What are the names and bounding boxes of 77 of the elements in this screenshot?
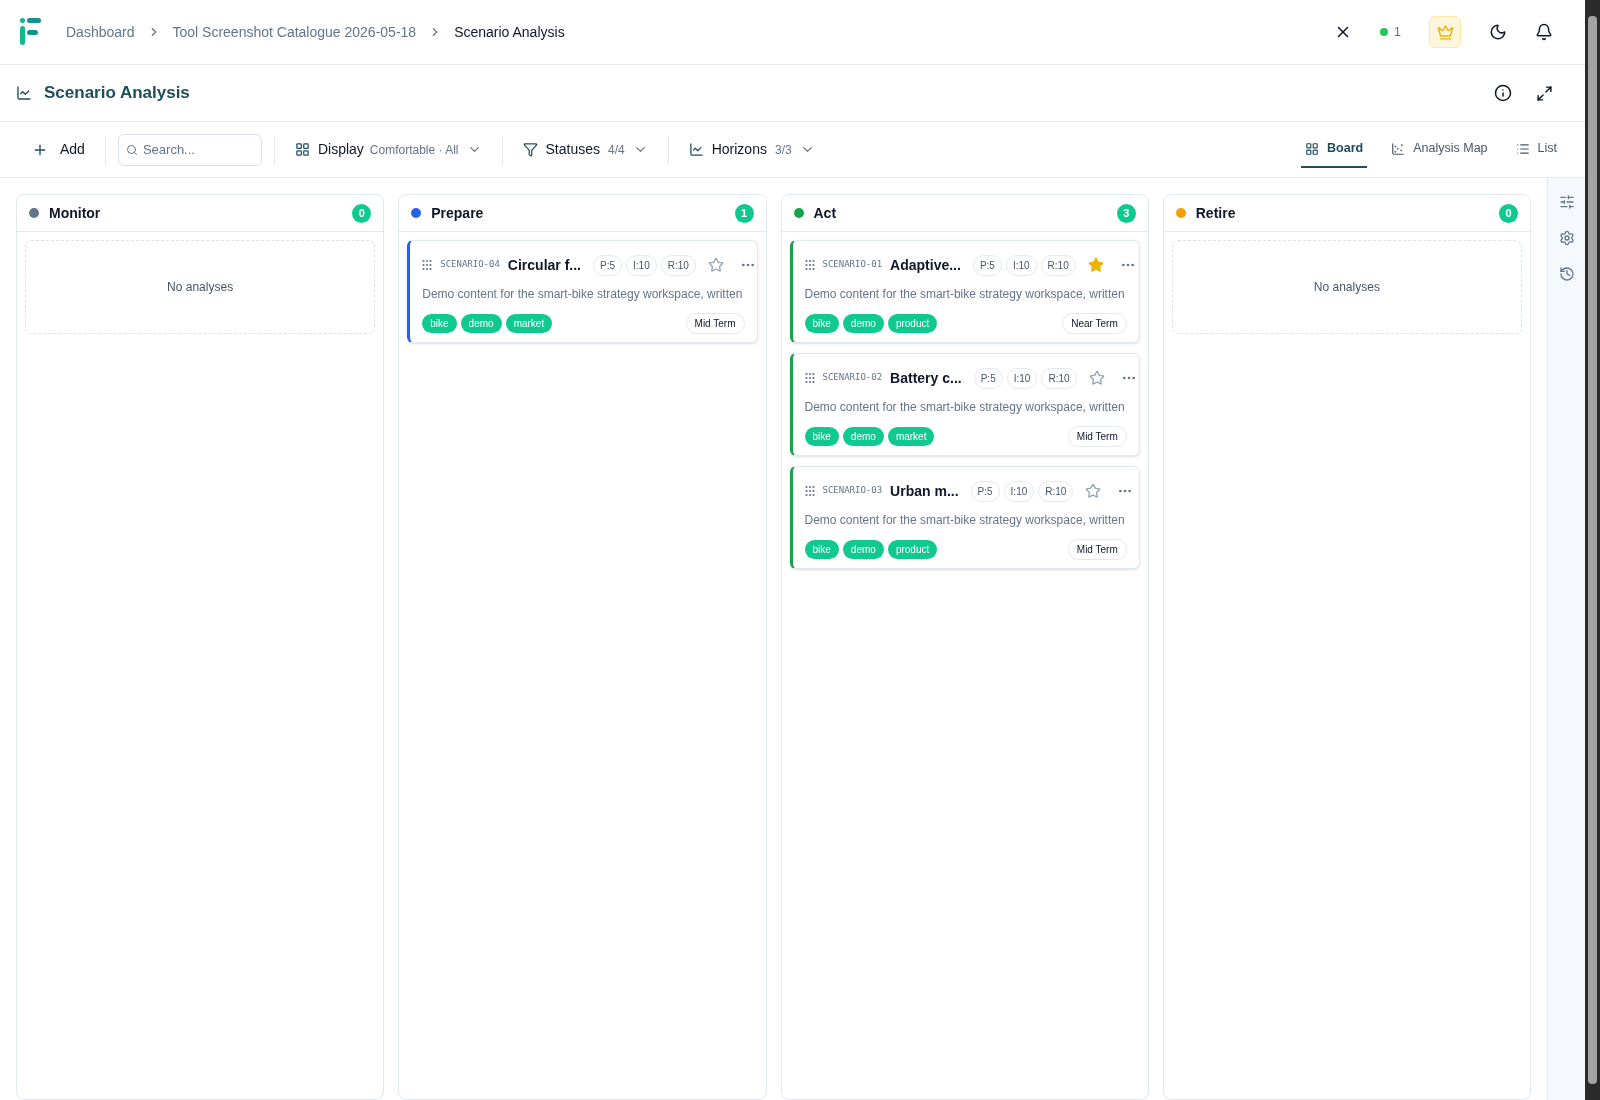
info-icon[interactable] — [1494, 84, 1512, 102]
column-title: Retire — [1195, 203, 1236, 223]
tag: product — [887, 314, 938, 333]
count-badge: 3 — [1116, 203, 1136, 223]
notification-icon[interactable] — [1535, 23, 1553, 41]
scenario-title: Circular f... — [507, 255, 581, 275]
drag-handle-icon[interactable] — [804, 372, 815, 384]
column-title: Act — [813, 203, 837, 223]
column-title: Prepare — [431, 203, 484, 223]
scenario-card[interactable]: SCENARIO-04 Circular f... P:5 I:10 R:10 Demo content for the smart-bike strategy workspace, written bike demo market Mid Term — [407, 240, 758, 343]
tag: demo — [842, 314, 884, 333]
statuses-dropdown[interactable]: Statuses 4/4 — [514, 139, 656, 160]
scenario-description: Demo content for the smart-bike strategy workspace, written — [422, 286, 744, 303]
scenario-id: SCENARIO-04 — [440, 258, 500, 272]
scenario-id: SCENARIO-01 — [822, 258, 883, 272]
line-chart-icon — [688, 142, 704, 157]
search-icon — [125, 143, 138, 156]
star-icon[interactable] — [1087, 257, 1104, 273]
filter-icon — [522, 142, 538, 157]
scenario-title: Battery c... — [890, 368, 962, 388]
view-tab[interactable]: Analysis Map — [1387, 131, 1492, 168]
view-tab[interactable]: Board — [1301, 131, 1368, 168]
tag: product — [887, 540, 938, 559]
empty-text: No analyses — [167, 279, 234, 296]
tag: bike — [804, 427, 839, 446]
scenario-description: Demo content for the smart-bike strategy workspace, written — [804, 512, 1126, 529]
tag: market — [505, 314, 553, 333]
horizons-dropdown[interactable]: Horizons 3/3 — [680, 139, 823, 160]
tag: market — [887, 427, 935, 446]
add-button[interactable]: Add — [24, 135, 93, 164]
scenario-description: Demo content for the smart-bike strategy workspace, written — [804, 286, 1126, 303]
breadcrumb-link[interactable]: Scenario Analysis — [454, 21, 565, 43]
online-count: 1 — [1393, 23, 1401, 42]
settings-icon[interactable] — [1558, 230, 1575, 246]
scrollbar[interactable] — [1585, 0, 1600, 1100]
search-field[interactable]: Search... — [117, 133, 262, 166]
grid-icon — [1305, 141, 1320, 156]
empty-text: No analyses — [1313, 279, 1380, 296]
count-badge: 1 — [734, 203, 754, 223]
tag: bike — [804, 540, 839, 559]
count-badge: 0 — [352, 203, 372, 223]
scenario-card[interactable]: SCENARIO-01 Adaptive... P:5 I:10 R:10 Demo content for the smart-bike strategy workspace, written bike demo product Near Term — [789, 240, 1140, 343]
view-tab[interactable]: List — [1511, 131, 1561, 168]
scenario-description: Demo content for the smart-bike strategy workspace, written — [804, 399, 1126, 416]
scenario-id: SCENARIO-02 — [822, 371, 883, 385]
history-icon[interactable] — [1558, 266, 1575, 282]
list-icon — [1515, 141, 1530, 156]
display-dropdown[interactable]: Display Comfortable · All — [286, 139, 490, 160]
scenario-id: SCENARIO-03 — [822, 484, 883, 498]
drag-handle-icon[interactable] — [804, 259, 815, 271]
breadcrumb-link[interactable]: Dashboard — [66, 21, 135, 43]
crown-icon — [1436, 23, 1454, 41]
star-icon[interactable] — [1085, 483, 1102, 499]
drag-handle-icon[interactable] — [804, 485, 815, 497]
breadcrumb-link[interactable]: Tool Screenshot Catalogue 2026-05-18 — [172, 21, 417, 43]
scenario-card[interactable]: SCENARIO-02 Battery c... P:5 I:10 R:10 Demo content for the smart-bike strategy workspace, written bike demo market Mid Term — [789, 353, 1140, 456]
drag-handle-icon[interactable] — [422, 259, 433, 271]
line-chart-icon — [16, 85, 32, 101]
count-badge: 0 — [1499, 203, 1518, 223]
star-icon[interactable] — [707, 257, 724, 273]
app-logo[interactable] — [20, 17, 42, 47]
star-icon[interactable] — [1088, 370, 1105, 386]
expand-icon[interactable] — [1536, 84, 1553, 102]
moon-icon[interactable] — [1489, 23, 1507, 41]
grid-icon — [294, 142, 310, 157]
tag: bike — [804, 314, 839, 333]
scatter-chart-icon — [1391, 141, 1406, 156]
tag: demo — [842, 540, 884, 559]
tag: demo — [842, 427, 884, 446]
tag: bike — [422, 314, 457, 333]
scenario-card[interactable]: SCENARIO-03 Urban m... P:5 I:10 R:10 Demo content for the smart-bike strategy workspace, written bike demo product Mid Term — [789, 466, 1140, 569]
tag: demo — [460, 314, 502, 333]
page-title: Scenario Analysis — [44, 82, 190, 105]
scenario-title: Adaptive... — [890, 255, 961, 275]
scenario-title: Urban m... — [890, 481, 959, 501]
column-title: Monitor — [49, 203, 101, 223]
sliders-icon[interactable] — [1558, 194, 1575, 210]
